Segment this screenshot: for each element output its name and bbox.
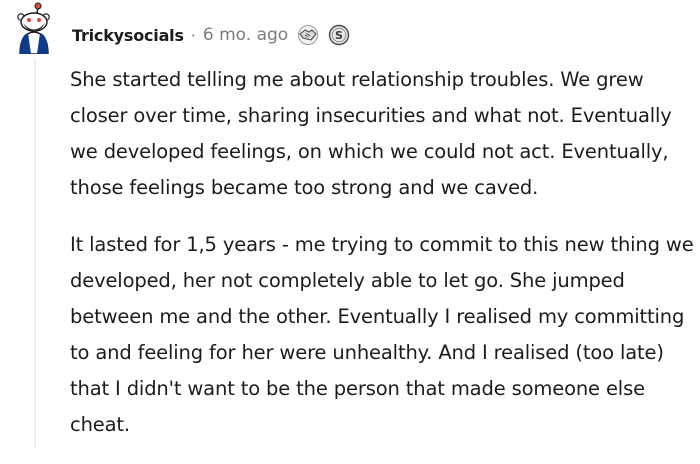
silver-award-icon[interactable]: S [328,24,350,46]
comment-header: Trickysocials · 6 mo. ago S [72,22,350,48]
thread-line[interactable] [34,58,36,449]
avatar[interactable] [8,2,60,55]
comment-paragraph: She started telling me about relationshi… [70,68,672,199]
username[interactable]: Trickysocials [72,26,184,45]
snoo-avatar-icon [17,2,50,55]
timestamp[interactable]: 6 mo. ago [203,25,288,45]
handshake-award-icon[interactable] [296,24,320,46]
svg-text:S: S [335,29,343,42]
separator-dot: · [190,25,196,45]
comment-body: She started telling me about relationshi… [70,62,695,464]
comment-paragraph: It lasted for 1,5 years - me trying to c… [70,233,694,436]
